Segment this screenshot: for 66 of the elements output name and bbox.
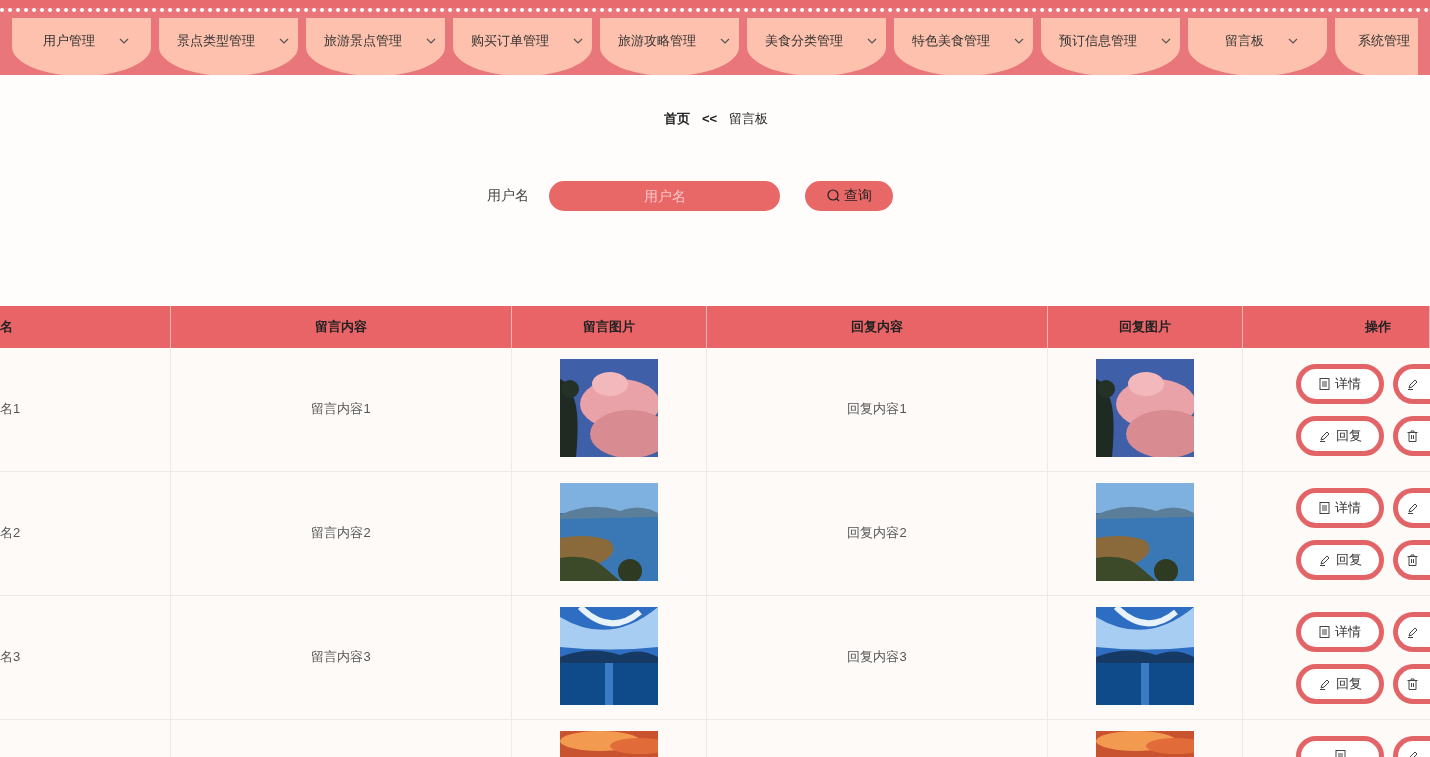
column-header: 回复图片 bbox=[1048, 305, 1243, 348]
column-header: 操作 bbox=[1243, 305, 1430, 348]
nav-tab[interactable]: 旅游攻略管理 bbox=[600, 18, 739, 75]
detail-button[interactable]: 详情 bbox=[1296, 487, 1384, 528]
breadcrumb-separator: << bbox=[701, 110, 718, 128]
search-button[interactable]: 查询 bbox=[805, 180, 893, 211]
delete-button[interactable] bbox=[1393, 415, 1430, 456]
table-cell-text: 留言内容1 bbox=[311, 400, 371, 419]
nav-tab[interactable]: 系统管理 bbox=[1335, 18, 1418, 75]
search-label: 用户名 bbox=[487, 186, 529, 205]
trash-icon bbox=[1407, 429, 1418, 442]
reply-button[interactable]: 回复 bbox=[1296, 415, 1384, 456]
search-field[interactable]: 用户名 bbox=[549, 180, 780, 211]
pencil-icon bbox=[1407, 501, 1419, 514]
trash-icon bbox=[1407, 677, 1418, 690]
column-header: 留言图片 bbox=[512, 305, 707, 348]
trash-icon bbox=[1407, 553, 1418, 566]
edit-button[interactable] bbox=[1393, 611, 1430, 652]
delete-button[interactable] bbox=[1393, 539, 1430, 580]
chevron-icon bbox=[118, 38, 129, 44]
column-header: 名 bbox=[0, 305, 171, 348]
pencil-icon bbox=[1318, 553, 1331, 566]
detail-button[interactable]: 详情 bbox=[1296, 611, 1384, 652]
pencil-icon bbox=[1407, 377, 1419, 390]
nav-tab[interactable]: 景点类型管理 bbox=[159, 18, 298, 75]
column-header: 留言内容 bbox=[171, 305, 512, 348]
chevron-icon bbox=[278, 38, 289, 44]
nav-tab[interactable]: 旅游景点管理 bbox=[306, 18, 445, 75]
search-icon bbox=[826, 189, 840, 202]
edit-button[interactable] bbox=[1393, 363, 1430, 404]
chevron-icon bbox=[425, 38, 436, 44]
reply-button[interactable]: 回复 bbox=[1296, 663, 1384, 704]
table-cell-text: 名1 bbox=[0, 400, 21, 419]
detail-button[interactable]: 详情 bbox=[1296, 363, 1384, 404]
breadcrumb-current: 留言板 bbox=[729, 110, 769, 128]
nav-tab[interactable]: 特色美食管理 bbox=[894, 18, 1033, 75]
chevron-icon bbox=[866, 38, 877, 44]
table-cell-text: 回复内容2 bbox=[847, 524, 907, 543]
document-icon bbox=[1319, 377, 1330, 390]
nav-tab[interactable]: 用户管理 bbox=[12, 18, 151, 75]
nav-tab[interactable]: 购买订单管理 bbox=[453, 18, 592, 75]
pencil-icon bbox=[1407, 625, 1419, 638]
document-icon bbox=[1319, 501, 1330, 514]
nav-tab[interactable]: 预订信息管理 bbox=[1041, 18, 1180, 75]
chevron-icon bbox=[572, 38, 583, 44]
pencil-icon bbox=[1318, 429, 1331, 442]
chevron-icon bbox=[719, 38, 730, 44]
delete-button[interactable] bbox=[1393, 663, 1430, 704]
document-icon bbox=[1334, 749, 1346, 757]
table-cell-text: 留言内容3 bbox=[311, 648, 371, 667]
table-cell-text: 名2 bbox=[0, 524, 21, 543]
chevron-icon bbox=[1013, 38, 1024, 44]
nav-tab[interactable]: 留言板 bbox=[1188, 18, 1327, 75]
pencil-icon bbox=[1318, 677, 1331, 690]
breadcrumb-link[interactable]: 首页 bbox=[663, 109, 690, 129]
chevron-icon bbox=[1160, 38, 1171, 44]
chevron-icon bbox=[1288, 38, 1298, 44]
table-cell-text: 回复内容3 bbox=[847, 648, 907, 667]
reply-button[interactable]: 回复 bbox=[1296, 539, 1384, 580]
document-icon bbox=[1319, 625, 1330, 638]
nav-tab[interactable]: 美食分类管理 bbox=[747, 18, 886, 75]
edit-button[interactable] bbox=[1393, 487, 1430, 528]
table-cell-text: 名3 bbox=[0, 648, 21, 667]
table-cell-text: 回复内容1 bbox=[847, 400, 907, 419]
column-header: 回复内容 bbox=[707, 305, 1048, 348]
table-cell-text: 留言内容2 bbox=[311, 524, 371, 543]
